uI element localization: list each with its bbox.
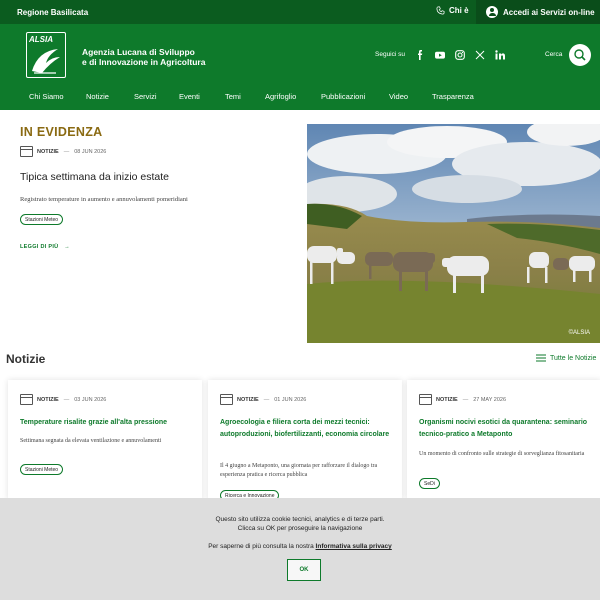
featured-title[interactable]: Tipica settimana da inizio estate — [20, 171, 169, 183]
card-tag[interactable]: SeDi — [419, 478, 440, 489]
cookie-text-2: Clicca su OK per proseguire la navigazio… — [237, 525, 363, 532]
calendar-icon — [20, 394, 33, 405]
nav-servizi[interactable]: Servizi — [134, 92, 157, 101]
card-description: Un momento di confronto sulle strategie … — [419, 451, 585, 457]
nav-pubblicazioni[interactable]: Pubblicazioni — [321, 92, 365, 101]
login-label: Accedi ai Servizi on-line — [503, 7, 595, 17]
card-date: 03 JUN 2026 — [74, 396, 107, 403]
featured-description: Registrato temperature in aumento e annu… — [20, 196, 188, 203]
news-heading: Notizie — [6, 352, 46, 366]
nav-agrifoglio[interactable]: Agrifoglio — [265, 92, 296, 101]
read-more-link[interactable]: LEGGI DI PIÙ → — [20, 244, 70, 250]
read-more-label: LEGGI DI PIÙ — [20, 244, 59, 250]
nav-video[interactable]: Video — [389, 92, 408, 101]
user-icon — [486, 6, 498, 18]
card-tag[interactable]: Stazioni Meteo — [20, 464, 64, 475]
card-category: NOTIZIE — [237, 396, 259, 403]
nav-chi-siamo[interactable]: Chi Siamo — [29, 92, 64, 101]
site-header: ALSIA Agenzia Lucana di Sviluppo e di In… — [0, 24, 600, 110]
featured-meta: NOTIZIE — 08 JUN 2026 — [20, 146, 106, 157]
card-category: NOTIZIE — [436, 396, 458, 403]
search-button[interactable] — [569, 44, 591, 66]
phone-icon — [436, 6, 445, 15]
image-credit: ©ALSIA — [568, 330, 590, 336]
card-category: NOTIZIE — [37, 396, 59, 403]
all-news-label: Tutte le Notizie — [550, 354, 597, 362]
nav-notizie[interactable]: Notizie — [86, 92, 109, 101]
nav-eventi[interactable]: Eventi — [179, 92, 200, 101]
featured-heading: IN EVIDENZA — [20, 125, 103, 139]
nav-temi[interactable]: Temi — [225, 92, 241, 101]
card-meta: NOTIZIE — 01 JUN 2026 — [220, 394, 306, 405]
agency-name: Agenzia Lucana di Sviluppo e di Innovazi… — [82, 47, 242, 67]
list-icon — [536, 354, 546, 362]
arrow-right-icon: → — [64, 244, 71, 250]
card-description: Settimana segnata da elevata ventilazion… — [20, 438, 162, 444]
news-card[interactable]: NOTIZIE — 27 MAY 2026 Organismi nocivi e… — [407, 380, 600, 500]
logo-text: ALSIA — [29, 35, 53, 44]
calendar-icon — [20, 146, 33, 157]
featured-date: 08 JUN 2026 — [74, 148, 107, 155]
card-date: 27 MAY 2026 — [473, 396, 507, 403]
chi-e-label: Chi è — [449, 6, 469, 15]
chi-e-link[interactable]: Chi è — [436, 6, 469, 15]
agency-line-1: Agenzia Lucana di Sviluppo — [82, 47, 195, 57]
card-title[interactable]: Temperature risalite grazie all'alta pre… — [20, 417, 194, 429]
news-card[interactable]: NOTIZIE — 03 JUN 2026 Temperature risali… — [8, 380, 202, 500]
meta-separator: — — [263, 396, 270, 403]
logo-emblem-icon — [32, 49, 60, 74]
youtube-icon[interactable] — [435, 50, 445, 60]
meta-separator: — — [462, 396, 469, 403]
card-title[interactable]: Agroecologia e filiera corta dei mezzi t… — [220, 417, 394, 441]
x-icon[interactable] — [475, 50, 485, 60]
featured-tag[interactable]: Stazioni Meteo — [20, 214, 64, 225]
featured-image[interactable]: ©ALSIA — [307, 124, 600, 343]
agency-line-2: e di Innovazione in Agricoltura — [82, 57, 206, 67]
login-button[interactable]: Accedi ai Servizi on-line — [476, 0, 600, 24]
cattle-pasture-photo — [307, 124, 600, 343]
search-icon — [574, 49, 586, 61]
card-description: Il 4 giugno a Metaponto, una giornata pe… — [220, 463, 378, 478]
instagram-icon[interactable] — [455, 50, 465, 60]
card-meta: NOTIZIE — 27 MAY 2026 — [419, 394, 506, 405]
privacy-link[interactable]: Informativa sulla privacy — [316, 543, 392, 550]
cookie-text-3: Per saperne di più consulta la nostra In… — [0, 543, 600, 550]
all-news-link[interactable]: Tutte le Notizie — [536, 354, 596, 362]
card-title[interactable]: Organismi nocivi esotici da quarantena: … — [419, 417, 593, 441]
follow-label: Seguici su — [375, 51, 405, 58]
facebook-icon[interactable] — [415, 50, 425, 60]
meta-separator: — — [63, 396, 70, 403]
cookie-text-1: Questo sito utilizza cookie tecnici, ana… — [215, 516, 385, 523]
cookie-banner: Questo sito utilizza cookie tecnici, ana… — [0, 498, 600, 600]
top-bar: Regione Basilicata Chi è Accedi ai Servi… — [0, 0, 600, 24]
calendar-icon — [419, 394, 432, 405]
meta-separator: — — [63, 148, 70, 155]
featured-category: NOTIZIE — [37, 148, 59, 155]
region-link[interactable]: Regione Basilicata — [17, 8, 88, 17]
calendar-icon — [220, 394, 233, 405]
news-card[interactable]: NOTIZIE — 01 JUN 2026 Agroecologia e fil… — [208, 380, 402, 501]
linkedin-icon[interactable] — [495, 50, 505, 60]
cookie-ok-button[interactable]: OK — [287, 559, 321, 581]
nav-trasparenza[interactable]: Trasparenza — [432, 92, 474, 101]
cookie-privacy-prefix: Per saperne di più consulta la nostra — [208, 543, 314, 550]
card-date: 01 JUN 2026 — [274, 396, 307, 403]
card-meta: NOTIZIE — 03 JUN 2026 — [20, 394, 106, 405]
alsia-logo[interactable]: ALSIA — [26, 32, 66, 78]
search-label: Cerca — [545, 51, 563, 58]
